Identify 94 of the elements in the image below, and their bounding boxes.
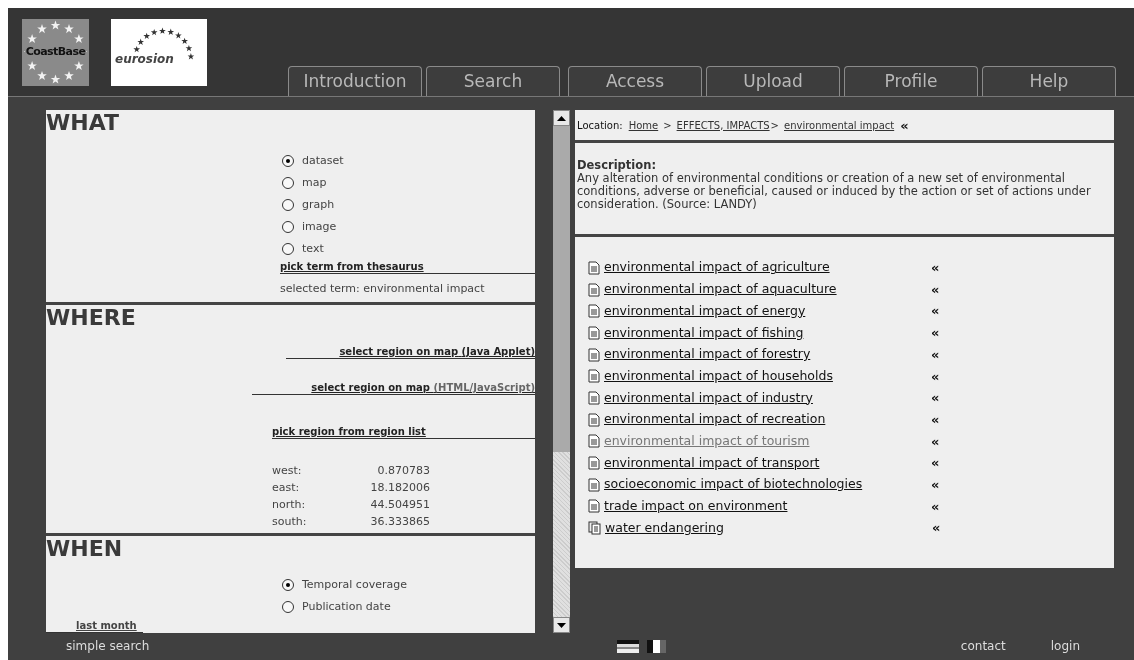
map-link[interactable]: pick region from region list	[272, 426, 426, 438]
flag-icon	[617, 639, 639, 653]
up-link[interactable]: «	[900, 116, 909, 136]
nav-tab[interactable]: Help	[982, 66, 1116, 96]
up-link[interactable]: «	[931, 279, 940, 300]
document-icon	[588, 304, 600, 319]
up-link[interactable]: «	[931, 344, 940, 365]
breadcrumb-separator: >	[770, 118, 779, 133]
coordinate-label: west:	[272, 463, 302, 480]
up-link[interactable]: «	[931, 323, 940, 343]
coordinate-label: north:	[272, 497, 306, 514]
document-icon	[588, 282, 600, 297]
term-link[interactable]: environmental impact of aquaculture	[604, 280, 931, 299]
term-link[interactable]: environmental impact of transport	[604, 453, 931, 473]
radio-button[interactable]	[282, 199, 294, 211]
nav-tab[interactable]: Introduction	[288, 66, 422, 96]
document-icon	[588, 260, 600, 275]
document-icon	[588, 369, 600, 384]
section-heading: WHEN	[46, 536, 123, 562]
login-link[interactable]: login	[1050, 637, 1080, 655]
term-link[interactable]: environmental impact of households	[604, 366, 931, 386]
nav-tab[interactable]: Access	[568, 66, 702, 96]
radio-label: dataset	[302, 152, 344, 169]
selected-term-text: selected term: environmental impact	[280, 281, 485, 297]
last-month-link[interactable]: last month	[76, 620, 137, 632]
section-heading: WHERE	[46, 305, 136, 331]
document-icon	[588, 456, 600, 471]
up-link[interactable]: «	[931, 388, 940, 408]
radio-label: Temporal coverage	[302, 576, 407, 593]
radio-button[interactable]	[282, 601, 294, 613]
term-link[interactable]: trade impact on environment	[604, 497, 931, 516]
breadcrumb-link[interactable]: EFFECTS, IMPACTS	[676, 117, 770, 133]
term-link[interactable]: environmental impact of forestry	[604, 345, 931, 364]
up-link[interactable]: «	[931, 474, 940, 495]
document-icon	[588, 499, 600, 514]
term-link[interactable]: environmental impact of industry	[604, 388, 931, 408]
coordinate-label: south:	[272, 514, 307, 531]
coordinate-value: 36.333865	[370, 514, 430, 531]
term-link[interactable]: environmental impact of fishing	[604, 323, 931, 343]
radio-label: image	[302, 218, 337, 235]
breadcrumb-link[interactable]: environmental impact	[784, 117, 895, 133]
map-link[interactable]: select region on map (Java Applet)	[339, 346, 535, 358]
breadcrumb-link[interactable]: Home	[628, 117, 659, 133]
up-link[interactable]: «	[931, 409, 940, 430]
radio-label: graph	[302, 196, 335, 213]
radio-button[interactable]	[282, 221, 294, 233]
radio-button[interactable]	[282, 155, 294, 167]
location-label: Location:	[577, 118, 623, 133]
radio-label: text	[302, 240, 324, 257]
breadcrumb-separator: >	[663, 118, 672, 133]
term-link[interactable]: environmental impact of tourism	[604, 431, 931, 451]
map-link[interactable]: select region on map (HTML/JavaScript)	[311, 382, 535, 394]
document-icon	[588, 434, 600, 449]
document-icon	[588, 390, 600, 405]
up-link[interactable]: «	[931, 496, 940, 517]
up-link[interactable]: «	[931, 453, 940, 473]
radio-label: Publication date	[302, 598, 391, 615]
scroll-down-icon[interactable]	[553, 617, 570, 633]
coordinate-label: east:	[272, 480, 300, 497]
contact-link[interactable]: contact	[960, 637, 1006, 655]
up-link[interactable]: «	[932, 518, 941, 538]
document-icon	[588, 347, 600, 362]
up-link[interactable]: «	[931, 366, 940, 387]
term-link[interactable]: water endangering	[605, 518, 932, 538]
term-link[interactable]: environmental impact of agriculture	[604, 258, 931, 278]
document-icon	[588, 325, 600, 340]
description-text: Any alteration of environmental conditions or creation of a new set of environmental conditions, adverse or beneficial, caused or induced by the action or set of actions under consideration. (Source: LANDY)	[577, 172, 1092, 211]
description-label: Description:	[577, 159, 656, 172]
thesaurus-link[interactable]: pick term from thesaurus	[280, 261, 424, 273]
simple-search-link[interactable]: simple search	[66, 637, 554, 655]
document-icon	[588, 477, 600, 492]
up-link[interactable]: «	[931, 258, 940, 278]
nav-tab[interactable]: Upload	[706, 66, 840, 96]
flag-icon	[647, 639, 666, 653]
term-link[interactable]: environmental impact of recreation	[604, 410, 931, 430]
section-heading: WHAT	[46, 110, 119, 136]
coordinate-value: 18.182006	[370, 480, 430, 497]
radio-button[interactable]	[282, 243, 294, 255]
term-link[interactable]: environmental impact of energy	[604, 301, 931, 321]
coordinate-value: 44.504951	[370, 497, 430, 514]
documents-icon	[588, 521, 601, 536]
radio-label: map	[302, 174, 327, 191]
radio-button[interactable]	[282, 177, 294, 189]
scroll-up-icon[interactable]	[553, 110, 570, 126]
nav-tab[interactable]: Search	[426, 66, 560, 96]
document-icon	[588, 412, 600, 427]
nav-tab[interactable]: Profile	[844, 66, 978, 96]
scrollbar[interactable]	[553, 110, 570, 633]
coordinate-value: 0.870783	[377, 463, 430, 480]
up-link[interactable]: «	[931, 301, 940, 321]
logo-text: eurosion	[115, 51, 174, 68]
up-link[interactable]: «	[931, 431, 940, 452]
radio-button[interactable]	[282, 579, 294, 591]
term-link[interactable]: socioeconomic impact of biotechnologies	[604, 475, 931, 495]
